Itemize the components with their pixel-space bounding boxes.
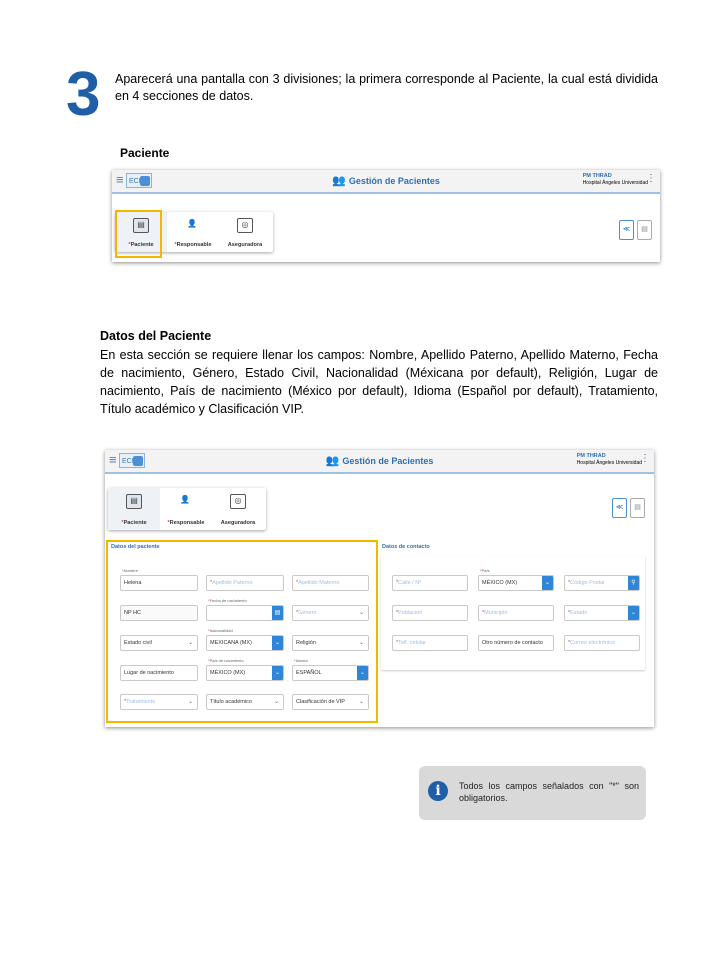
save-button[interactable]: ▤ bbox=[630, 498, 645, 518]
poblacion-field[interactable]: *Población bbox=[392, 605, 468, 621]
user-add-icon: 👤 bbox=[180, 495, 190, 504]
telefono-celular-field[interactable]: *Telf. celular bbox=[392, 635, 468, 651]
patient-tabs: ▤ *Paciente 👤 *Responsable ◎ Aseguradora bbox=[108, 488, 266, 530]
tab-aseguradora[interactable]: ◎ Aseguradora bbox=[212, 488, 264, 530]
step-intro-text: Aparecerá una pantalla con 3 divisiones;… bbox=[115, 72, 658, 103]
correo-field[interactable]: *Correo electrónico bbox=[564, 635, 640, 651]
tab-responsable[interactable]: 👤 *Responsable bbox=[160, 488, 212, 530]
section-label: Paciente bbox=[120, 146, 170, 160]
safe-icon: ◎ bbox=[237, 218, 253, 233]
pais-label: *País bbox=[480, 568, 490, 573]
app-bar: ≡ ECH 👥 Gestión de Pacientes PM THRAD Hosp… bbox=[105, 450, 654, 474]
user-info: PM THRAD Hospital Ángeles Universidad bbox=[576, 453, 642, 466]
app-title: 👥 Gestión de Pacientes bbox=[332, 175, 440, 187]
more-icon[interactable]: ⋮ bbox=[646, 174, 656, 184]
note-text: Todos los campos señalados con "*" son o… bbox=[459, 781, 639, 803]
tab-paciente[interactable]: ▤ *Paciente bbox=[108, 488, 160, 530]
info-icon: i bbox=[428, 781, 448, 801]
highlight-paciente-tab bbox=[115, 210, 162, 258]
more-icon[interactable]: ⋮ bbox=[640, 454, 650, 464]
back-button[interactable]: ≪ bbox=[619, 220, 634, 240]
app-title: 👥 Gestión de Pacientes bbox=[325, 455, 434, 467]
calle-field[interactable]: *Calle / Nº bbox=[392, 575, 468, 591]
search-icon[interactable]: ⚲ bbox=[628, 576, 639, 590]
save-button[interactable]: ▤ bbox=[637, 220, 652, 240]
user-info: PM THRAD Hospital Ángeles Universidad bbox=[582, 173, 648, 186]
chevron-down-icon[interactable]: ⌄ bbox=[542, 576, 553, 590]
tab-aseguradora[interactable]: ◎ Aseguradora bbox=[219, 212, 271, 252]
users-icon: 👥 bbox=[325, 455, 340, 467]
screenshot-paciente-tabs: ≡ ECH 👥 Gestión de Pacientes PM THRAD Hosp… bbox=[112, 170, 660, 262]
municipio-field[interactable]: *Municipio bbox=[478, 605, 554, 621]
contact-panel-title: Datos de contacto bbox=[382, 544, 430, 550]
otro-contacto-field[interactable]: Otro número de contacto bbox=[478, 635, 554, 651]
section-heading: Datos del Paciente bbox=[100, 329, 212, 343]
tab-responsable[interactable]: 👤 *Responsable bbox=[167, 212, 219, 252]
estado-select[interactable]: *Estado ⌄ bbox=[564, 605, 640, 621]
user-add-icon: 👤 bbox=[187, 219, 197, 228]
users-icon: 👥 bbox=[332, 175, 346, 187]
step-number: 3 bbox=[66, 60, 101, 129]
section-paragraph: En esta sección se requiere llenar los c… bbox=[100, 348, 658, 416]
codigo-postal-field[interactable]: *Código Postal ⚲ bbox=[564, 575, 640, 591]
pais-select[interactable]: MÉXICO (MX) ⌄ bbox=[478, 575, 554, 591]
id-card-icon: ▤ bbox=[126, 494, 142, 509]
back-button[interactable]: ≪ bbox=[612, 498, 627, 518]
required-fields-note: i Todos los campos señalados con "*" son… bbox=[419, 766, 646, 820]
app-bar: ≡ ECH 👥 Gestión de Pacientes PM THRAD Hosp… bbox=[112, 170, 660, 194]
highlight-datos-paciente bbox=[106, 540, 378, 723]
chevron-down-icon[interactable]: ⌄ bbox=[628, 606, 639, 620]
safe-icon: ◎ bbox=[230, 494, 246, 509]
